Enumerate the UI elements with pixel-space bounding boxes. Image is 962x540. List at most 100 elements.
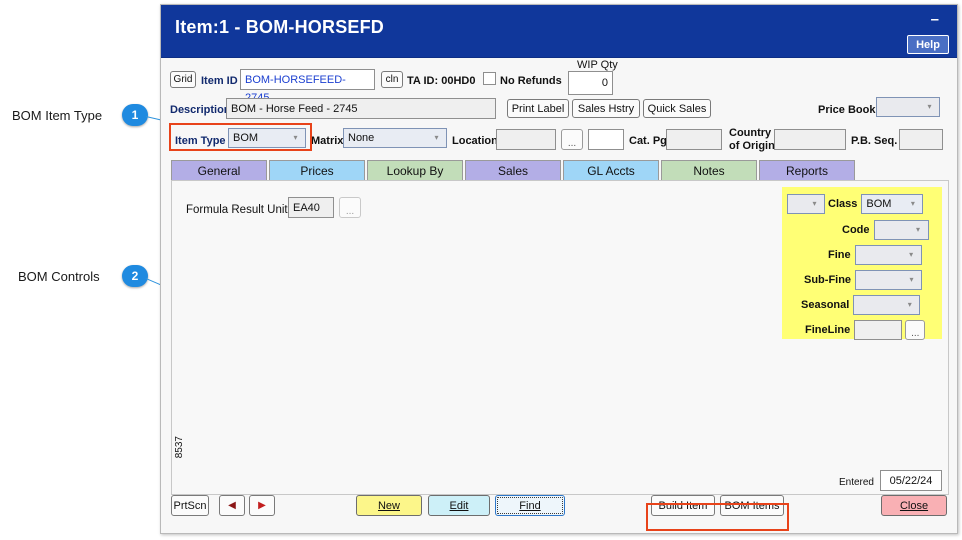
new-button[interactable]: New bbox=[356, 495, 422, 516]
bom-sub-fine-label: Sub-Fine bbox=[804, 274, 852, 286]
edit-button-label: Edit bbox=[449, 499, 469, 512]
grid-button[interactable]: Grid bbox=[170, 71, 196, 88]
highlight-bom-buttons bbox=[646, 503, 789, 531]
quick-sales-button[interactable]: Quick Sales bbox=[643, 99, 711, 118]
chevron-down-icon: ▾ bbox=[812, 199, 817, 208]
price-book-select[interactable]: ▾ bbox=[876, 97, 940, 117]
item-id-label: Item ID bbox=[201, 75, 238, 87]
bom-fineline-lookup-button[interactable]: ... bbox=[905, 320, 926, 340]
prev-record-button[interactable]: ◀ bbox=[219, 495, 245, 516]
edit-button[interactable]: Edit bbox=[428, 495, 490, 516]
chevron-down-icon: ▾ bbox=[927, 102, 932, 111]
description-input[interactable]: BOM - Horse Feed - 2745 bbox=[226, 98, 496, 119]
no-refunds-checkbox[interactable] bbox=[483, 72, 496, 85]
matrix-value: None bbox=[348, 132, 375, 144]
chevron-down-icon: ▾ bbox=[909, 275, 914, 284]
window-title: Item:1 - BOM-HORSEFD bbox=[175, 17, 385, 37]
annotation-label-1: BOM Item Type bbox=[12, 108, 103, 123]
country-of-origin-input[interactable] bbox=[774, 129, 846, 150]
window-titlebar: Item:1 - BOM-HORSEFD – Help bbox=[161, 5, 957, 58]
highlight-item-type bbox=[169, 123, 312, 151]
country-of-origin-label-line1: Country bbox=[729, 127, 772, 139]
bom-class-select[interactable]: BOM ▾ bbox=[861, 194, 924, 214]
bom-row-code: Code ▾ bbox=[842, 220, 929, 240]
tab-reports[interactable]: Reports bbox=[759, 160, 855, 180]
bom-row-class: Class BOM ▾ bbox=[828, 194, 924, 214]
chevron-down-icon: ▾ bbox=[915, 225, 920, 234]
country-of-origin-label-line2: of Origin bbox=[729, 140, 775, 152]
general-tab-panel: 8537 Formula Result Unit EA40 ... ▾ Clas… bbox=[171, 180, 949, 495]
bom-seasonal-label: Seasonal bbox=[801, 299, 850, 311]
location-input[interactable] bbox=[496, 129, 556, 150]
chevron-down-icon: ▾ bbox=[909, 250, 914, 259]
no-refunds-label: No Refunds bbox=[500, 75, 562, 87]
bom-fineline-input[interactable] bbox=[854, 320, 903, 340]
description-label: Description bbox=[170, 104, 231, 116]
next-record-button[interactable]: ▶ bbox=[249, 495, 275, 516]
tab-gl-accts-label: GL Accts bbox=[587, 163, 635, 178]
quick-sales-button-label: Quick Sales bbox=[647, 102, 707, 115]
minimize-button[interactable]: – bbox=[931, 12, 939, 27]
prev-arrow-icon: ◀ bbox=[228, 500, 236, 511]
tab-prices-label: Prices bbox=[300, 163, 334, 178]
cat-pg-label: Cat. Pg. bbox=[629, 135, 670, 147]
cln-button-label: cln bbox=[385, 74, 399, 85]
cln-button[interactable]: cln bbox=[381, 71, 403, 88]
matrix-select[interactable]: None ▾ bbox=[343, 128, 447, 148]
ta-id-label: TA ID: 00HD0 bbox=[407, 75, 476, 87]
close-button[interactable]: Close bbox=[881, 495, 947, 516]
tab-notes[interactable]: Notes bbox=[661, 160, 757, 180]
prtscn-button[interactable]: PrtScn bbox=[171, 495, 209, 516]
bom-fineline-label: FineLine bbox=[805, 324, 851, 336]
tab-general-label: General bbox=[197, 163, 241, 178]
entered-input[interactable]: 05/22/24 bbox=[880, 470, 942, 491]
item-id-input[interactable]: BOM-HORSEFEED-2745 bbox=[240, 69, 375, 104]
formula-result-unit-label: Formula Result Unit bbox=[186, 204, 288, 216]
bom-fine-label: Fine bbox=[828, 249, 851, 261]
location-label: Location bbox=[452, 135, 498, 147]
tab-lookup-by-label: Lookup By bbox=[386, 163, 444, 178]
find-button[interactable]: Find bbox=[495, 495, 565, 516]
formula-result-unit-input[interactable]: EA40 bbox=[288, 197, 334, 218]
location-lookup-button[interactable]: ... bbox=[561, 129, 583, 150]
bom-top-select[interactable]: ▾ bbox=[787, 194, 825, 214]
print-label-button-label: Print Label bbox=[511, 102, 565, 115]
cat-pg-input[interactable] bbox=[666, 129, 722, 150]
chevron-down-icon: ▾ bbox=[907, 300, 912, 309]
entered-label: Entered bbox=[838, 477, 874, 488]
bom-code-select[interactable]: ▾ bbox=[873, 220, 929, 240]
wip-qty-input[interactable]: 0 bbox=[568, 71, 613, 95]
help-button[interactable]: Help bbox=[907, 35, 949, 54]
annotation-label-2: BOM Controls bbox=[18, 269, 100, 284]
tab-reports-label: Reports bbox=[785, 163, 829, 178]
location-extra-input[interactable] bbox=[588, 129, 624, 150]
pb-seq-label: P.B. Seq. bbox=[851, 135, 898, 147]
bom-fine-select[interactable]: ▾ bbox=[854, 245, 922, 265]
bom-sub-fine-select[interactable]: ▾ bbox=[855, 270, 923, 290]
tab-sales[interactable]: Sales bbox=[465, 160, 561, 180]
bottom-button-bar: PrtScn ◀ ▶ New Edit Find Build Item BOM … bbox=[161, 493, 957, 529]
tab-prices[interactable]: Prices bbox=[269, 160, 365, 180]
pb-seq-input[interactable] bbox=[899, 129, 943, 150]
bom-class-label: Class bbox=[828, 198, 858, 210]
tab-gl-accts[interactable]: GL Accts bbox=[563, 160, 659, 180]
annotation-bubble-2: 2 bbox=[122, 265, 148, 287]
tab-lookup-by[interactable]: Lookup By bbox=[367, 160, 463, 180]
new-button-label: New bbox=[377, 499, 400, 512]
sales-hstry-button[interactable]: Sales Hstry bbox=[572, 99, 640, 118]
tab-bar: General Prices Lookup By Sales GL Accts … bbox=[171, 160, 855, 180]
annotation-bubble-1: 1 bbox=[122, 104, 148, 126]
print-label-button[interactable]: Print Label bbox=[507, 99, 569, 118]
side-code-label: 8537 bbox=[174, 436, 185, 459]
price-book-label: Price Book bbox=[818, 104, 876, 116]
bom-seasonal-select[interactable]: ▾ bbox=[853, 295, 921, 315]
tab-notes-label: Notes bbox=[693, 163, 725, 178]
bom-controls-panel: ▾ Class BOM ▾ Code ▾ Fine ▾ Sub-Fine ▾ Se… bbox=[782, 187, 942, 340]
sales-hstry-button-label: Sales Hstry bbox=[577, 102, 635, 115]
bom-row-sub-fine: Sub-Fine ▾ bbox=[804, 270, 923, 290]
bom-row-seasonal: Seasonal ▾ bbox=[801, 295, 921, 315]
matrix-label: Matrix bbox=[311, 135, 344, 147]
bom-code-label: Code bbox=[842, 224, 870, 236]
tab-general[interactable]: General bbox=[171, 160, 267, 180]
formula-result-unit-lookup-button[interactable]: ... bbox=[339, 197, 361, 218]
